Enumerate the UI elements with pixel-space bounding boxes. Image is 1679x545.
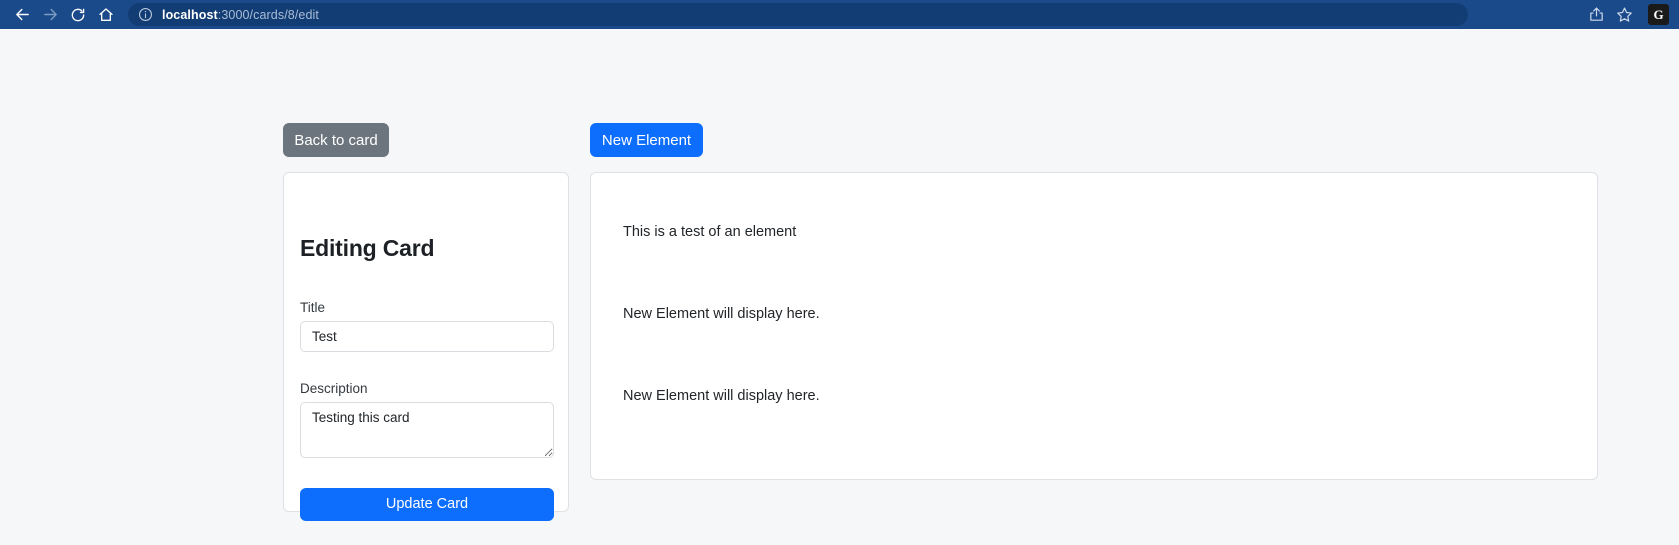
address-bar[interactable]: localhost:3000/cards/8/edit: [128, 3, 1468, 26]
star-icon[interactable]: [1610, 1, 1638, 29]
editing-card-body: Editing Card Title Description Update Ca…: [284, 173, 568, 521]
update-card-button[interactable]: Update Card: [300, 488, 554, 521]
title-input[interactable]: [300, 321, 554, 352]
editing-card-panel: Editing Card Title Description Update Ca…: [283, 172, 569, 521]
url-text: localhost:3000/cards/8/edit: [162, 8, 319, 22]
description-field-label: Description: [300, 381, 368, 396]
page-content: Back to card New Element Editing Card Ti…: [0, 29, 1679, 545]
reload-icon[interactable]: [64, 1, 92, 29]
profile-avatar[interactable]: G: [1648, 4, 1669, 25]
info-circle-icon[interactable]: [138, 7, 153, 22]
back-to-card-button[interactable]: Back to card: [283, 123, 389, 157]
share-icon[interactable]: [1582, 1, 1610, 29]
list-item[interactable]: This is a test of an element: [623, 225, 1597, 307]
list-item[interactable]: New Element will display here.: [623, 307, 1597, 389]
back-icon[interactable]: [8, 1, 36, 29]
url-path: :3000/cards/8/edit: [217, 7, 319, 22]
url-host: localhost: [162, 7, 218, 22]
title-field-label: Title: [300, 300, 326, 315]
home-icon[interactable]: [92, 1, 120, 29]
description-textarea[interactable]: [300, 402, 554, 458]
forward-icon[interactable]: [36, 1, 64, 29]
elements-panel: This is a test of an element New Element…: [590, 172, 1598, 480]
browser-actions: G: [1576, 1, 1671, 29]
list-item[interactable]: New Element will display here.: [623, 389, 1597, 471]
browser-toolbar: localhost:3000/cards/8/edit G: [0, 0, 1679, 29]
new-element-button[interactable]: New Element: [590, 123, 703, 157]
page-title: Editing Card: [300, 235, 435, 261]
